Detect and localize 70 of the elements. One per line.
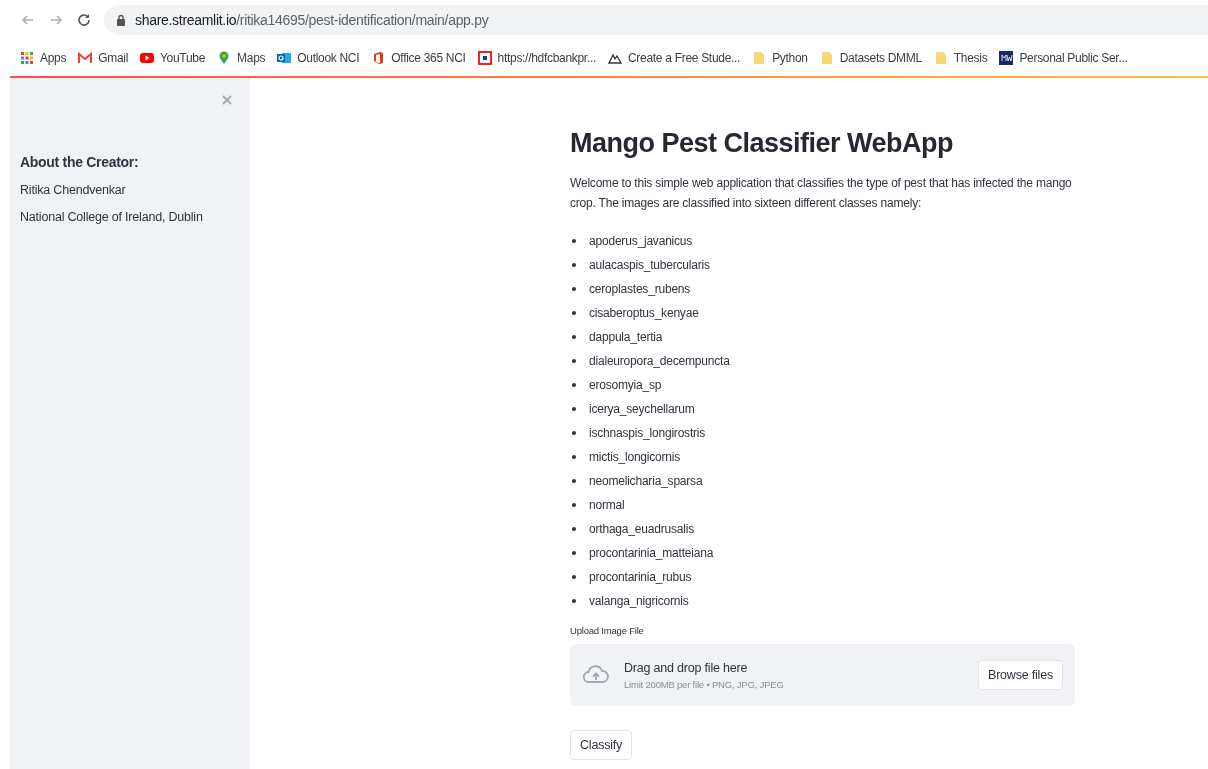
class-name: neomelicharia_sparsa bbox=[589, 474, 703, 488]
mail-icon bbox=[78, 51, 93, 65]
bullet-icon bbox=[572, 503, 576, 507]
folder-icon bbox=[933, 51, 948, 65]
bookmark[interactable]: Apps bbox=[20, 51, 67, 65]
bookmark[interactable]: Python bbox=[752, 51, 808, 65]
class-name: normal bbox=[589, 498, 625, 512]
intro-paragraph: Welcome to this simple web application that classifies the type of pest that has infected the mango crop. The images are classified into sixteen different classes namely: bbox=[570, 175, 1073, 212]
class-name: dialeuropora_decempuncta bbox=[589, 354, 730, 368]
class-name: procontarinia_matteiana bbox=[589, 546, 714, 560]
class-name: apoderus_javanicus bbox=[589, 234, 693, 248]
bullet-icon bbox=[572, 407, 576, 411]
bookmark[interactable]: Personal Public Ser... bbox=[999, 51, 1128, 65]
bullet-icon bbox=[572, 311, 576, 315]
bullet-icon bbox=[572, 455, 576, 459]
folder-icon bbox=[752, 51, 767, 65]
bookmark[interactable]: Office 365 NCI bbox=[371, 51, 466, 65]
bullet-icon bbox=[572, 287, 576, 291]
bullet-icon bbox=[572, 575, 576, 579]
class-name: erosomyia_sp bbox=[589, 378, 662, 392]
bullet-icon bbox=[572, 383, 576, 387]
upload-limit-text: Limit 200MB per file • PNG, JPG, JPEG bbox=[624, 678, 785, 690]
class-name: dappula_tertia bbox=[589, 330, 663, 344]
close-icon[interactable] bbox=[222, 95, 232, 105]
class-name: mictis_longicornis bbox=[589, 450, 681, 464]
file-dropzone[interactable]: Drag and drop file here Limit 200MB per file • PNG, JPG, JPEG Browse files bbox=[570, 644, 1075, 706]
sidebar-text: Ritika Chendvenkar bbox=[20, 183, 127, 197]
bullet-icon bbox=[572, 551, 576, 555]
bookmark[interactable]: Outlook NCI bbox=[277, 51, 360, 65]
bookmark[interactable]: Thesis bbox=[933, 51, 988, 65]
bullet-icon bbox=[572, 359, 576, 363]
upload-label: Upload Image File bbox=[570, 625, 645, 636]
dropzone-text: Drag and drop file here bbox=[624, 660, 749, 675]
reload-icon[interactable] bbox=[76, 12, 92, 28]
bookmark[interactable]: Gmail bbox=[78, 51, 128, 65]
sidebar-heading: About the Creator: bbox=[20, 154, 140, 170]
square-logo-icon bbox=[477, 51, 492, 65]
classify-button[interactable]: Classify bbox=[570, 730, 633, 760]
mail-app-icon bbox=[277, 51, 292, 65]
sidebar-text: National College of Ireland, Dublin bbox=[20, 210, 204, 224]
bullet-icon bbox=[572, 599, 576, 603]
address-bar[interactable]: share.streamlit.io/ritika14695/pest-identification/main/app.py bbox=[104, 5, 1208, 35]
bullet-icon bbox=[572, 335, 576, 339]
class-name: aulacaspis_tubercularis bbox=[589, 258, 710, 272]
bookmark[interactable]: Create a Free Stude... bbox=[608, 51, 741, 65]
logo-icon bbox=[999, 51, 1014, 65]
lock-icon bbox=[116, 14, 126, 26]
bullet-icon bbox=[572, 263, 576, 267]
page-title: Mango Pest Classifier WebApp bbox=[570, 128, 955, 159]
office-icon bbox=[371, 51, 386, 65]
bullet-icon bbox=[572, 239, 576, 243]
class-name: orthaga_euadrusalis bbox=[589, 522, 694, 536]
bullet-icon bbox=[572, 431, 576, 435]
cloud-upload-icon bbox=[582, 664, 610, 686]
folder-icon bbox=[819, 51, 834, 65]
class-name: valanga_nigricornis bbox=[589, 594, 689, 608]
bullet-icon bbox=[572, 479, 576, 483]
class-name: ischnaspis_longirostris bbox=[589, 426, 706, 440]
class-name: cisaberoptus_kenyae bbox=[589, 306, 699, 320]
play-icon bbox=[140, 51, 154, 65]
bookmark[interactable]: Maps bbox=[217, 51, 266, 65]
bullet-icon bbox=[572, 527, 576, 531]
apps-grid-icon bbox=[20, 51, 34, 65]
bookmark[interactable]: Datasets DMML bbox=[819, 51, 922, 65]
class-name: procontarinia_rubus bbox=[589, 570, 692, 584]
bookmark[interactable]: https://hdfcbankpr... bbox=[477, 51, 596, 65]
bookmark[interactable]: YouTube bbox=[140, 51, 206, 65]
class-name: icerya_seychellarum bbox=[589, 402, 695, 416]
browse-files-button[interactable]: Browse files bbox=[978, 660, 1063, 690]
class-name: ceroplastes_rubens bbox=[589, 282, 691, 296]
